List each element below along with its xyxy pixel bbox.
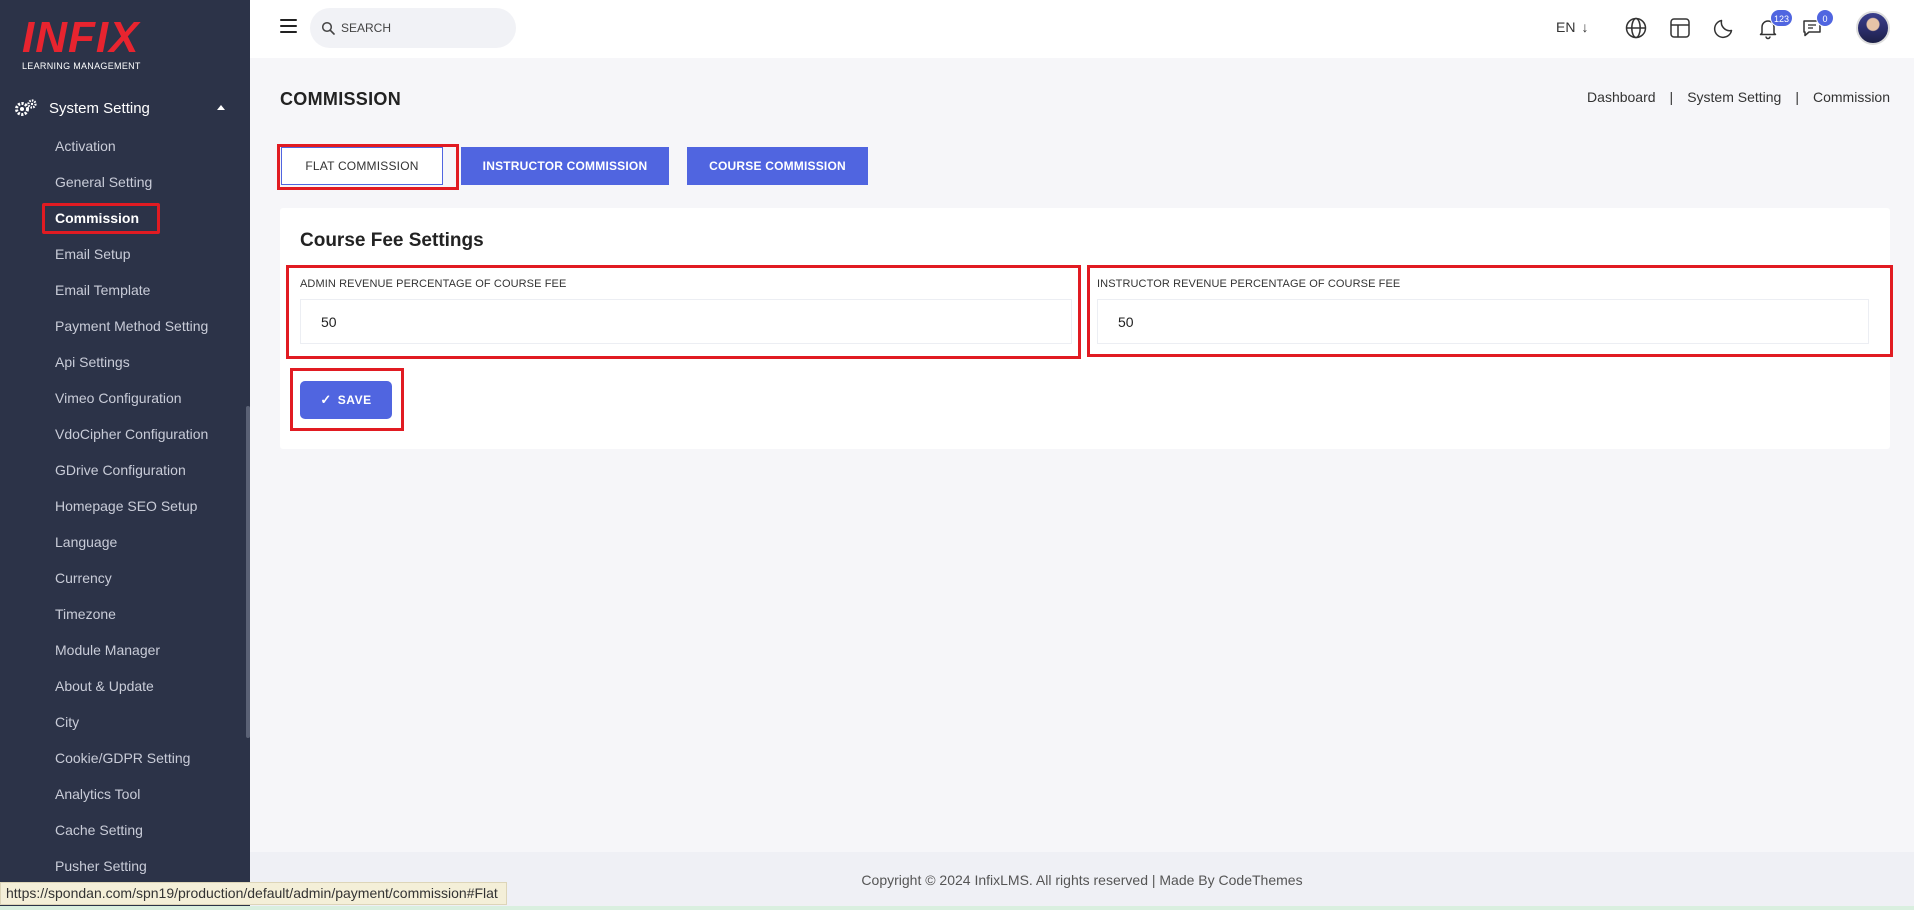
tab-flat-commission[interactable]: FLAT COMMISSION bbox=[281, 147, 443, 185]
moon-icon[interactable] bbox=[1712, 16, 1736, 40]
gears-icon bbox=[15, 99, 37, 116]
sidebar-item-label: Activation bbox=[55, 138, 116, 154]
sidebar-item-label: Language bbox=[55, 534, 118, 550]
sidebar-item-label: Pusher Setting bbox=[55, 858, 147, 874]
user-avatar[interactable] bbox=[1856, 11, 1890, 45]
sidebar-item-label: Cookie/GDPR Setting bbox=[55, 750, 191, 766]
admin-revenue-label: ADMIN REVENUE PERCENTAGE OF COURSE FEE bbox=[300, 278, 567, 290]
sidebar-item-vdocipher-configuration[interactable]: VdoCipher Configuration bbox=[0, 416, 246, 452]
sidebar-item-cache-setting[interactable]: Cache Setting bbox=[0, 812, 246, 848]
sidebar-item-label: VdoCipher Configuration bbox=[55, 426, 209, 442]
sidebar-item-payment-method-setting[interactable]: Payment Method Setting bbox=[0, 308, 246, 344]
caret-up-icon bbox=[217, 105, 225, 110]
menu-toggle-icon[interactable] bbox=[280, 19, 297, 33]
instructor-revenue-input[interactable] bbox=[1097, 299, 1869, 344]
sidebar-item-gdrive-configuration[interactable]: GDrive Configuration bbox=[0, 452, 246, 488]
sidebar-item-label: Commission bbox=[55, 210, 140, 226]
sidebar-item-about-update[interactable]: About & Update bbox=[0, 668, 246, 704]
sidebar-item-label: GDrive Configuration bbox=[55, 462, 186, 478]
sidebar-item-email-template[interactable]: Email Template bbox=[0, 272, 246, 308]
tab-instructor-commission[interactable]: INSTRUCTOR COMMISSION bbox=[461, 147, 669, 185]
sidebar-item-commission[interactable]: Commission bbox=[0, 200, 246, 236]
sidebar-item-api-settings[interactable]: Api Settings bbox=[0, 344, 246, 380]
message-badge: 0 bbox=[1816, 9, 1834, 27]
arrow-down-icon: ↓ bbox=[1581, 19, 1589, 35]
sidebar-item-label: About & Update bbox=[55, 678, 154, 694]
sidebar-item-label: Api Settings bbox=[55, 354, 130, 370]
instructor-revenue-label: INSTRUCTOR REVENUE PERCENTAGE OF COURSE … bbox=[1097, 278, 1401, 290]
sidebar-item-label: Analytics Tool bbox=[55, 786, 141, 802]
sidebar-item-label: Cache Setting bbox=[55, 822, 143, 838]
sidebar-group-label: System Setting bbox=[49, 100, 150, 117]
search-box bbox=[310, 8, 516, 48]
sidebar-item-activation[interactable]: Activation bbox=[0, 128, 246, 164]
breadcrumb-system-setting[interactable]: System Setting bbox=[1687, 89, 1781, 105]
admin-revenue-input[interactable] bbox=[300, 299, 1072, 344]
notification-badge: 123 bbox=[1770, 9, 1794, 27]
sidebar-item-label: Email Template bbox=[55, 282, 151, 298]
logo[interactable]: INFIX LEARNING MANAGEMENT bbox=[22, 16, 152, 72]
save-label: SAVE bbox=[337, 393, 372, 407]
check-icon: ✓ bbox=[320, 392, 332, 407]
breadcrumb-separator: | bbox=[1795, 89, 1799, 105]
layout-icon[interactable] bbox=[1668, 16, 1692, 40]
sidebar-item-language[interactable]: Language bbox=[0, 524, 246, 560]
globe-icon[interactable] bbox=[1624, 16, 1648, 40]
topbar: EN ↓ 123 0 bbox=[250, 0, 1914, 58]
save-button[interactable]: ✓ SAVE bbox=[300, 381, 392, 419]
sidebar-item-module-manager[interactable]: Module Manager bbox=[0, 632, 246, 668]
breadcrumb-dashboard[interactable]: Dashboard bbox=[1587, 89, 1656, 105]
language-selector[interactable]: EN ↓ bbox=[1556, 19, 1588, 35]
sidebar-item-city[interactable]: City bbox=[0, 704, 246, 740]
sidebar-item-timezone[interactable]: Timezone bbox=[0, 596, 246, 632]
sidebar-item-label: Module Manager bbox=[55, 642, 161, 658]
course-fee-settings-card: Course Fee Settings ADMIN REVENUE PERCEN… bbox=[280, 208, 1890, 449]
breadcrumb-commission[interactable]: Commission bbox=[1813, 89, 1890, 105]
sidebar-item-currency[interactable]: Currency bbox=[0, 560, 246, 596]
tab-course-commission[interactable]: COURSE COMMISSION bbox=[687, 147, 868, 185]
sidebar-item-homepage-seo-setup[interactable]: Homepage SEO Setup bbox=[0, 488, 246, 524]
sidebar-item-label: Timezone bbox=[55, 606, 116, 622]
sidebar-item-pusher-setting[interactable]: Pusher Setting bbox=[0, 848, 246, 884]
card-title: Course Fee Settings bbox=[300, 230, 484, 251]
sidebar-item-general-setting[interactable]: General Setting bbox=[0, 164, 246, 200]
sidebar-scrollbar[interactable] bbox=[246, 406, 250, 738]
sidebar-item-label: City bbox=[55, 714, 80, 730]
logo-subtitle: LEARNING MANAGEMENT bbox=[22, 61, 141, 71]
status-bar-url: https://spondan.com/spn19/production/def… bbox=[0, 882, 507, 905]
breadcrumb-separator: | bbox=[1669, 89, 1674, 105]
sidebar-item-label: Homepage SEO Setup bbox=[55, 498, 198, 514]
sidebar-item-label: General Setting bbox=[55, 174, 153, 190]
language-code: EN bbox=[1556, 19, 1576, 35]
sidebar-item-label: Email Setup bbox=[55, 246, 131, 262]
sidebar-item-email-setup[interactable]: Email Setup bbox=[0, 236, 246, 272]
sidebar-item-cookie-gdpr-setting[interactable]: Cookie/GDPR Setting bbox=[0, 740, 246, 776]
page-title: COMMISSION bbox=[280, 89, 402, 109]
sidebar-item-label: Payment Method Setting bbox=[55, 318, 209, 334]
sidebar-item-label: Vimeo Configuration bbox=[55, 390, 182, 406]
search-icon bbox=[321, 21, 335, 35]
sidebar-item-vimeo-configuration[interactable]: Vimeo Configuration bbox=[0, 380, 246, 416]
sidebar-group-system-setting[interactable]: System Setting bbox=[0, 92, 250, 124]
window-bottom-edge bbox=[0, 906, 1914, 910]
search-input[interactable] bbox=[341, 18, 501, 38]
breadcrumb: Dashboard | System Setting | Commission bbox=[1587, 89, 1890, 105]
sidebar-item-analytics-tool[interactable]: Analytics Tool bbox=[0, 776, 246, 812]
logo-text: INFIX bbox=[22, 13, 140, 62]
sidebar: INFIX LEARNING MANAGEMENT System Setting… bbox=[0, 0, 250, 910]
sidebar-item-label: Currency bbox=[55, 570, 112, 586]
